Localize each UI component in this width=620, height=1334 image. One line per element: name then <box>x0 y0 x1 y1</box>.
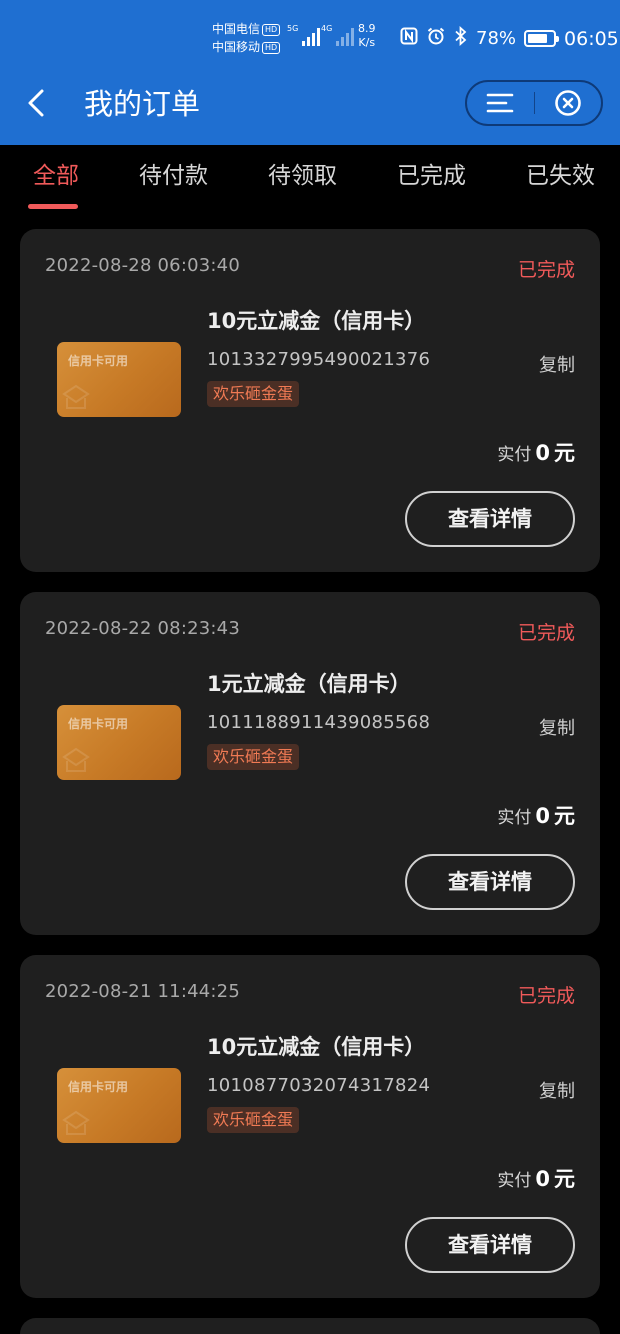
view-details-button[interactable]: 查看详情 <box>405 854 575 910</box>
order-date: 2022-08-28 06:03:40 <box>45 255 240 276</box>
product-thumbnail: 信用卡可用 <box>57 1068 181 1143</box>
paid-prefix: 实付 <box>497 445 532 465</box>
active-tab-indicator <box>28 204 78 209</box>
paid-value: 0 <box>535 1167 550 1191</box>
copy-button[interactable]: 复制 <box>539 1077 575 1103</box>
tab-expired[interactable]: 已失效 <box>526 159 595 193</box>
order-status: 已完成 <box>517 259 575 281</box>
speed-unit: K/s <box>358 36 376 49</box>
speed-value: 8.9 <box>358 22 376 35</box>
card-decoration-icon <box>62 747 90 772</box>
tab-pending-payment[interactable]: 待付款 <box>139 159 208 193</box>
card-decoration-icon <box>62 1110 90 1135</box>
mini-program-capsule <box>465 80 603 126</box>
close-circle-icon <box>554 90 581 116</box>
alarm-icon <box>426 26 446 51</box>
hd-badge-1: HD <box>262 23 281 36</box>
menu-button[interactable] <box>467 82 534 124</box>
view-details-button[interactable]: 查看详情 <box>405 491 575 547</box>
order-card-partial[interactable] <box>20 1318 600 1334</box>
order-date: 2022-08-21 11:44:25 <box>45 981 240 1002</box>
activity-tag: 欢乐砸金蛋 <box>207 381 300 407</box>
battery-percent: 78% <box>476 28 517 49</box>
order-tabs: 全部 待付款 待领取 已完成 已失效 <box>0 145 620 217</box>
status-bar: 中国电信 HD 中国移动 HD 5G 4G 8.9 K/s 78% 06:05 <box>0 0 620 76</box>
order-number: 1011188911439085568 <box>207 712 431 733</box>
tab-to-claim[interactable]: 待领取 <box>268 159 337 193</box>
close-button[interactable] <box>535 82 602 124</box>
carrier-info: 中国电信 HD 中国移动 HD <box>212 20 281 56</box>
paid-prefix: 实付 <box>497 1171 532 1191</box>
clock: 06:05 <box>564 27 619 50</box>
nav-bar: 我的订单 <box>0 76 620 145</box>
order-status: 已完成 <box>517 622 575 644</box>
paid-amount: 实付 0 元 <box>497 800 575 830</box>
product-thumbnail: 信用卡可用 <box>57 705 181 780</box>
network-speed: 8.9 K/s <box>358 22 376 50</box>
order-status: 已完成 <box>517 985 575 1007</box>
thumbnail-label: 信用卡可用 <box>68 354 129 368</box>
battery-fill <box>528 34 547 43</box>
paid-value: 0 <box>535 441 550 465</box>
activity-tag: 欢乐砸金蛋 <box>207 1107 300 1133</box>
bluetooth-icon <box>454 25 468 51</box>
nfc-icon <box>400 27 418 50</box>
product-name: 1元立减金（信用卡） <box>207 672 411 696</box>
menu-icon <box>486 93 514 113</box>
battery-icon <box>524 30 560 47</box>
order-card[interactable]: 2022-08-22 08:23:43 已完成 信用卡可用 1元立减金（信用卡）… <box>20 592 600 935</box>
carrier-1-label: 中国电信 <box>212 22 261 36</box>
paid-amount: 实付 0 元 <box>497 437 575 467</box>
hd-badge-2: HD <box>262 41 281 54</box>
net-5g-label: 5G <box>287 24 299 33</box>
order-date: 2022-08-22 08:23:43 <box>45 618 240 639</box>
order-number: 1013327995490021376 <box>207 349 431 370</box>
paid-unit: 元 <box>554 1167 575 1191</box>
thumbnail-label: 信用卡可用 <box>68 1080 129 1094</box>
system-icons: 78% 06:05 <box>400 25 619 51</box>
paid-unit: 元 <box>554 441 575 465</box>
paid-prefix: 实付 <box>497 808 532 828</box>
tab-all[interactable]: 全部 <box>33 159 79 193</box>
signal-4g-icon: 4G <box>321 24 355 46</box>
signal-5g-icon: 5G <box>287 24 321 46</box>
paid-unit: 元 <box>554 804 575 828</box>
net-4g-label: 4G <box>321 24 333 33</box>
paid-value: 0 <box>535 804 550 828</box>
card-decoration-icon <box>62 384 90 409</box>
activity-tag: 欢乐砸金蛋 <box>207 744 300 770</box>
paid-amount: 实付 0 元 <box>497 1163 575 1193</box>
tab-completed[interactable]: 已完成 <box>397 159 466 193</box>
carrier-2-label: 中国移动 <box>212 40 261 54</box>
view-details-button[interactable]: 查看详情 <box>405 1217 575 1273</box>
product-thumbnail: 信用卡可用 <box>57 342 181 417</box>
product-name: 10元立减金（信用卡） <box>207 309 426 333</box>
back-arrow-icon[interactable] <box>22 88 52 118</box>
product-name: 10元立减金（信用卡） <box>207 1035 426 1059</box>
page-title: 我的订单 <box>84 87 201 121</box>
order-card[interactable]: 2022-08-28 06:03:40 已完成 信用卡可用 10元立减金（信用卡… <box>20 229 600 572</box>
order-number: 1010877032074317824 <box>207 1075 431 1096</box>
copy-button[interactable]: 复制 <box>539 714 575 740</box>
copy-button[interactable]: 复制 <box>539 351 575 377</box>
thumbnail-label: 信用卡可用 <box>68 717 129 731</box>
order-card[interactable]: 2022-08-21 11:44:25 已完成 信用卡可用 10元立减金（信用卡… <box>20 955 600 1298</box>
